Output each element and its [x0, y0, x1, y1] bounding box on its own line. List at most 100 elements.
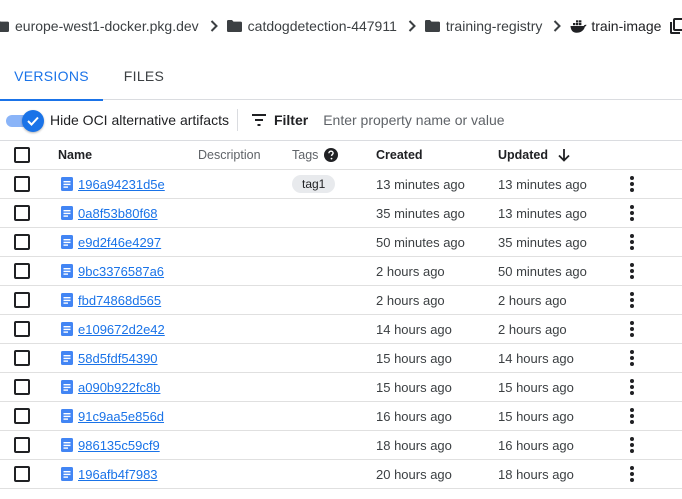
row-checkbox[interactable]: [14, 263, 30, 279]
breadcrumb-current: train-image: [570, 18, 661, 34]
table-row[interactable]: 196a94231d5e tag1 13 minutes ago 13 minu…: [0, 170, 682, 199]
table-row[interactable]: e109672d2e42 14 hours ago 2 hours ago: [0, 315, 682, 344]
toggle-thumb: [22, 110, 44, 132]
row-created: 16 hours ago: [376, 408, 452, 424]
table-row[interactable]: 986135c59cf9 18 hours ago 16 hours ago: [0, 431, 682, 460]
tab-versions[interactable]: VERSIONS: [0, 52, 103, 101]
row-name-cell: e109672d2e42: [58, 315, 165, 343]
version-link[interactable]: 196a94231d5e: [78, 177, 165, 192]
document-icon: [61, 235, 73, 249]
row-checkbox[interactable]: [14, 466, 30, 482]
filter-input[interactable]: [323, 112, 564, 128]
row-checkbox[interactable]: [14, 350, 30, 366]
row-actions-cell: [624, 402, 640, 430]
row-check-cell: [14, 315, 30, 343]
more-vert-icon[interactable]: [630, 205, 634, 221]
row-created: 2 hours ago: [376, 292, 445, 308]
more-vert-icon[interactable]: [630, 263, 634, 279]
help-icon[interactable]: [324, 148, 339, 162]
more-vert-icon[interactable]: [630, 379, 634, 395]
more-vert-icon[interactable]: [630, 292, 634, 308]
version-link[interactable]: 986135c59cf9: [78, 438, 160, 453]
row-actions-cell: [624, 344, 640, 372]
row-name-cell: 91c9aa5e856d: [58, 402, 164, 430]
row-checkbox[interactable]: [14, 234, 30, 250]
row-check-cell: [14, 228, 30, 256]
document-icon: [61, 351, 73, 365]
filter-divider: [236, 109, 238, 131]
table-row[interactable]: fbd74868d565 2 hours ago 2 hours ago: [0, 286, 682, 315]
row-actions-cell: [624, 431, 640, 459]
breadcrumb-item-registry[interactable]: europe-west1-docker.pkg.dev: [0, 18, 199, 34]
filter-bar: Hide OCI alternative artifacts Filter: [0, 100, 682, 141]
row-checkbox[interactable]: [14, 176, 30, 192]
row-actions-cell: [624, 257, 640, 285]
document-icon: [61, 322, 73, 336]
chevron-right-icon: [408, 20, 416, 32]
hide-oci-toggle[interactable]: [6, 110, 44, 132]
more-vert-icon[interactable]: [630, 321, 634, 337]
more-vert-icon[interactable]: [630, 437, 634, 453]
row-actions-cell: [624, 228, 640, 256]
version-link[interactable]: e109672d2e42: [78, 322, 165, 337]
select-all-checkbox[interactable]: [14, 147, 30, 163]
version-link[interactable]: 91c9aa5e856d: [78, 409, 164, 424]
version-link[interactable]: 0a8f53b80f68: [78, 206, 158, 221]
copy-button[interactable]: [670, 18, 682, 34]
row-updated: 13 minutes ago: [498, 205, 587, 221]
row-checkbox[interactable]: [14, 321, 30, 337]
row-actions-cell: [624, 170, 640, 198]
row-updated: 15 hours ago: [498, 408, 574, 424]
breadcrumb: europe-west1-docker.pkg.dev catdogdetect…: [0, 0, 682, 52]
row-updated: 14 hours ago: [498, 350, 574, 366]
breadcrumb-item-project[interactable]: catdogdetection-447911: [226, 18, 397, 34]
arrow-down-icon[interactable]: [558, 148, 570, 162]
version-link[interactable]: fbd74868d565: [78, 293, 161, 308]
version-link[interactable]: a090b922fc8b: [78, 380, 160, 395]
row-checkbox[interactable]: [14, 379, 30, 395]
document-icon: [61, 380, 73, 394]
table-header: Name Description Tags Created Updated: [0, 141, 682, 170]
breadcrumb-current-label: train-image: [591, 18, 662, 34]
column-header-tags-label: Tags: [292, 148, 319, 162]
row-check-cell: [14, 199, 30, 227]
row-checkbox[interactable]: [14, 205, 30, 221]
tab-bar: VERSIONS FILES: [0, 52, 682, 101]
chevron-right-icon: [553, 20, 562, 32]
table-row[interactable]: 58d5fdf54390 15 hours ago 14 hours ago: [0, 344, 682, 373]
folder-icon: [0, 21, 9, 32]
folder-icon: [424, 20, 440, 32]
row-actions-cell: [624, 286, 640, 314]
row-check-cell: [14, 170, 30, 198]
version-link[interactable]: 9bc3376587a6: [78, 264, 164, 279]
row-checkbox[interactable]: [14, 408, 30, 424]
tag-chip[interactable]: tag1: [292, 175, 336, 193]
table-row[interactable]: a090b922fc8b 15 hours ago 15 hours ago: [0, 373, 682, 402]
row-checkbox[interactable]: [14, 437, 30, 453]
row-updated: 2 hours ago: [498, 321, 567, 337]
row-checkbox[interactable]: [14, 292, 30, 308]
row-check-cell: [14, 402, 30, 430]
row-actions-cell: [624, 460, 640, 488]
more-vert-icon[interactable]: [630, 350, 634, 366]
table-row[interactable]: 196afb4f7983 20 hours ago 18 hours ago: [0, 460, 682, 489]
column-header-updated-label: Updated: [498, 148, 548, 162]
tab-files[interactable]: FILES: [103, 52, 185, 100]
column-header-created[interactable]: Created: [376, 141, 423, 169]
table-row[interactable]: 9bc3376587a6 2 hours ago 50 minutes ago: [0, 257, 682, 286]
more-vert-icon[interactable]: [630, 466, 634, 482]
more-vert-icon[interactable]: [630, 408, 634, 424]
breadcrumb-item-repository[interactable]: training-registry: [424, 18, 542, 34]
row-name-cell: fbd74868d565: [58, 286, 161, 314]
table-row[interactable]: 91c9aa5e856d 16 hours ago 15 hours ago: [0, 402, 682, 431]
more-vert-icon[interactable]: [630, 176, 634, 192]
column-header-updated[interactable]: Updated: [498, 141, 570, 169]
column-header-name[interactable]: Name: [58, 141, 92, 169]
version-link[interactable]: 58d5fdf54390: [78, 351, 158, 366]
table-row[interactable]: e9d2f46e4297 50 minutes ago 35 minutes a…: [0, 228, 682, 257]
more-vert-icon[interactable]: [630, 234, 634, 250]
version-link[interactable]: e9d2f46e4297: [78, 235, 161, 250]
table-row[interactable]: 0a8f53b80f68 35 minutes ago 13 minutes a…: [0, 199, 682, 228]
version-link[interactable]: 196afb4f7983: [78, 467, 158, 482]
check-icon: [27, 116, 39, 126]
